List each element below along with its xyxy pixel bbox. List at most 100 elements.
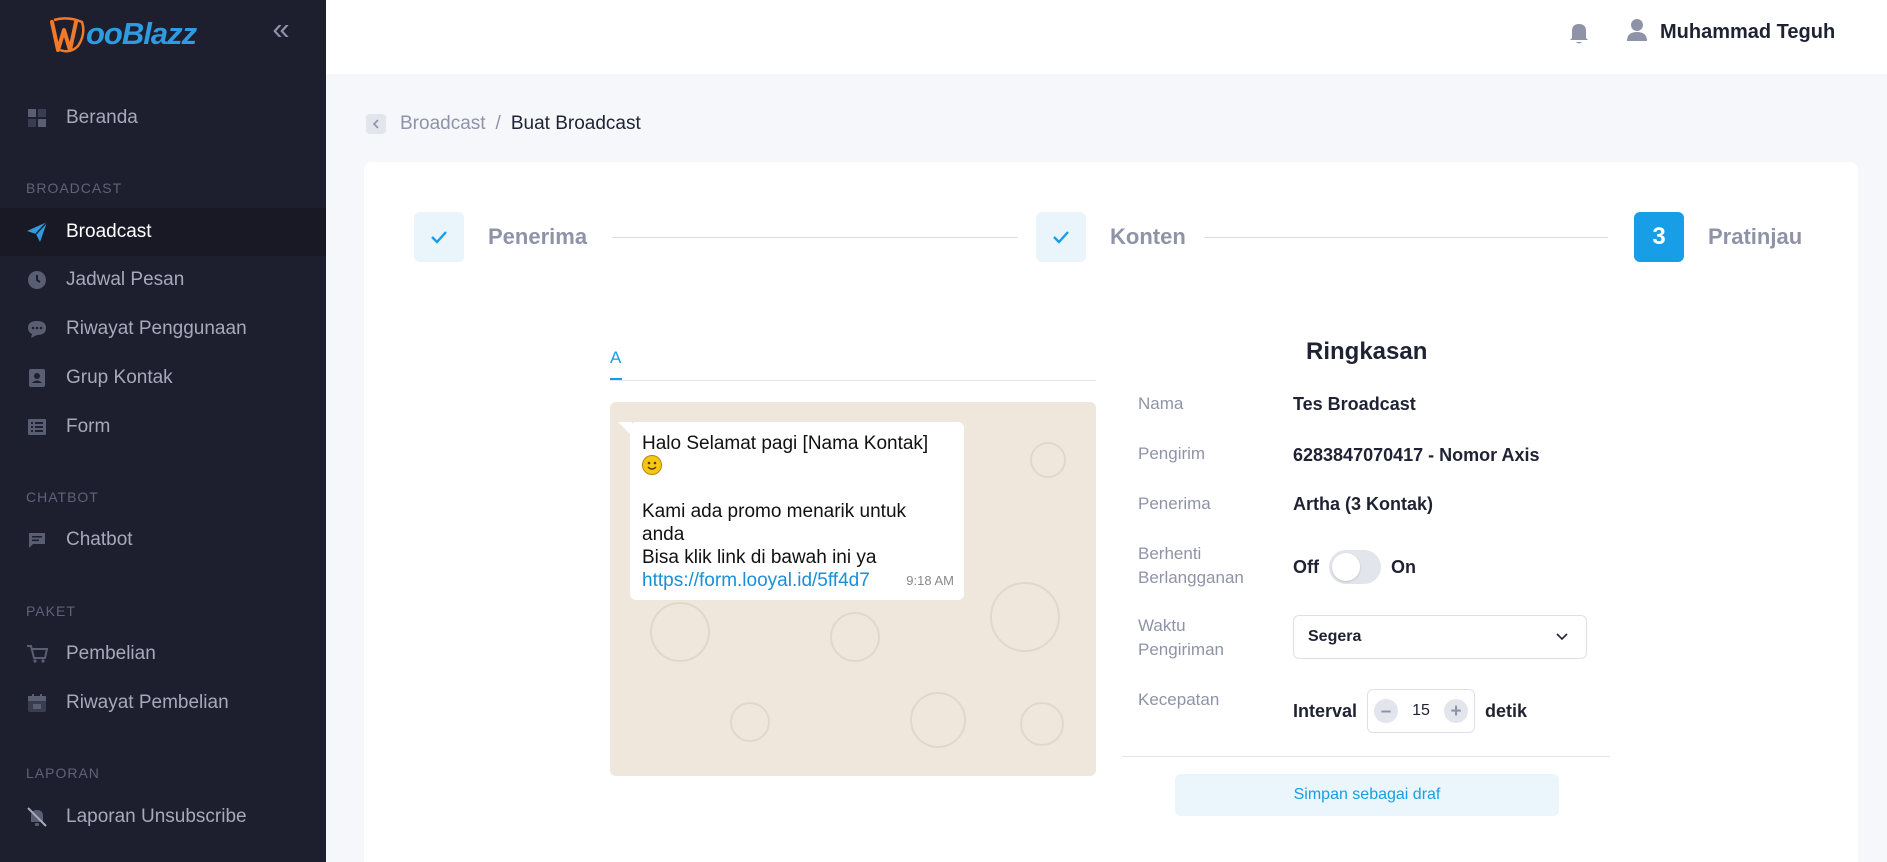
breadcrumb-current: Buat Broadcast	[510, 113, 641, 134]
doodle-circle	[1030, 442, 1066, 478]
step-konten[interactable]: Konten	[1036, 212, 1186, 262]
recipient-value: Artha (3 Kontak)	[1293, 494, 1434, 514]
sidebar-section-laporan: LAPORAN	[26, 765, 100, 781]
sidebar-item-beranda[interactable]: Beranda	[0, 94, 326, 142]
chevron-down-icon	[1554, 628, 1570, 649]
message-greeting: Halo Selamat pagi [Nama Kontak]	[642, 433, 929, 454]
calendar-icon	[26, 692, 48, 714]
send-time-label-line: Pengiriman	[1138, 640, 1224, 659]
interval-label: Interval	[1293, 700, 1358, 721]
topbar: Muhammad Teguh	[326, 0, 1887, 74]
unsubscribe-label-line: Berhenti	[1138, 544, 1202, 563]
message-line: Halo Selamat pagi [Nama Kontak]	[642, 432, 952, 478]
sidebar-item-jadwal-pesan[interactable]: Jadwal Pesan	[0, 256, 326, 304]
sender-label: Pengirim	[1138, 444, 1206, 463]
doodle-circle	[830, 612, 880, 662]
user-avatar-icon	[1626, 18, 1648, 47]
message-line: Bisa klik link di bawah ini ya	[642, 547, 877, 568]
step-done-box	[1036, 212, 1086, 262]
logo-w-mark-icon	[48, 16, 85, 53]
sidebar: ooBlazz « Beranda BROADCAST Broadcast Ja…	[0, 0, 326, 862]
whatsapp-preview: Halo Selamat pagi [Nama Kontak] Kami ada…	[610, 402, 1096, 776]
app-logo[interactable]: ooBlazz	[48, 6, 197, 62]
collapse-sidebar-button[interactable]: «	[268, 13, 294, 44]
message-link[interactable]: https://form.looyal.id/5ff4d7	[642, 570, 870, 591]
interval-group: Interval – 15 + detik	[1293, 689, 1527, 733]
interval-value[interactable]: 15	[1412, 702, 1430, 720]
unsubscribe-toggle[interactable]	[1329, 550, 1381, 584]
logo-text: ooBlazz	[86, 16, 197, 51]
broadcast-card: Penerima Konten 3 Pratinjau A Halo Selam…	[364, 162, 1858, 862]
tab-divider	[610, 380, 1096, 381]
sidebar-item-pembelian[interactable]: Pembelian	[0, 630, 326, 678]
unsubscribe-toggle-group: Off On	[1293, 550, 1416, 584]
sender-value: 6283847070417 - Nomor Axis	[1293, 445, 1540, 465]
sidebar-item-label: Riwayat Penggunaan	[66, 318, 247, 339]
message-time: 9:18 AM	[906, 573, 954, 588]
bell-off-icon	[26, 806, 48, 828]
step-label: Konten	[1110, 224, 1186, 249]
step-connector	[1204, 237, 1608, 238]
smile-emoji-icon	[642, 455, 662, 475]
step-connector	[612, 237, 1018, 238]
message-bubble: Halo Selamat pagi [Nama Kontak] Kami ada…	[630, 422, 964, 600]
sidebar-item-label: Riwayat Pembelian	[66, 692, 229, 713]
sidebar-section-paket: PAKET	[26, 603, 76, 619]
breadcrumb: Broadcast / Buat Broadcast	[366, 113, 641, 135]
toggle-on-label: On	[1391, 556, 1416, 577]
step-penerima[interactable]: Penerima	[414, 212, 587, 262]
sidebar-item-riwayat-pembelian[interactable]: Riwayat Pembelian	[0, 679, 326, 727]
send-time-label: Waktu Pengiriman	[1138, 614, 1224, 662]
doodle-circle	[1020, 702, 1064, 746]
notification-bell-icon[interactable]	[1566, 20, 1596, 50]
check-icon	[1053, 231, 1069, 244]
interval-unit: detik	[1485, 700, 1528, 721]
sidebar-item-label: Broadcast	[66, 221, 152, 242]
breadcrumb-separator: /	[495, 113, 501, 134]
paper-plane-icon	[26, 221, 48, 243]
chat-bubble-icon	[26, 318, 48, 340]
step-done-box	[414, 212, 464, 262]
chevron-left-icon	[372, 119, 379, 129]
sidebar-section-broadcast: BROADCAST	[26, 180, 123, 196]
summary-divider	[1122, 756, 1610, 757]
chatbot-icon	[26, 529, 48, 551]
step-label: Pratinjau	[1708, 224, 1803, 249]
decrement-button[interactable]: –	[1374, 699, 1399, 723]
sidebar-item-grup-kontak[interactable]: Grup Kontak	[0, 354, 326, 402]
breadcrumb-parent-link[interactable]: Broadcast	[400, 113, 486, 135]
send-time-label-line: Waktu	[1138, 616, 1186, 635]
speed-label: Kecepatan	[1138, 690, 1220, 709]
sidebar-item-broadcast[interactable]: Broadcast	[0, 208, 326, 256]
user-menu[interactable]: Muhammad Teguh	[1626, 18, 1835, 47]
doodle-circle	[910, 692, 966, 748]
step-label: Penerima	[488, 224, 588, 249]
clock-icon	[26, 269, 48, 291]
doodle-circle	[990, 582, 1060, 652]
sidebar-item-laporan-unsubscribe[interactable]: Laporan Unsubscribe	[0, 793, 326, 841]
cart-icon	[26, 643, 48, 665]
sidebar-section-chatbot: CHATBOT	[26, 489, 99, 505]
step-number-box: 3	[1634, 212, 1684, 262]
unsubscribe-label-line: Berlangganan	[1138, 568, 1244, 587]
send-time-select[interactable]: Segera	[1293, 615, 1587, 659]
sidebar-item-label: Chatbot	[66, 529, 133, 550]
recipient-label: Penerima	[1138, 494, 1211, 513]
form-list-icon	[26, 416, 48, 438]
sidebar-item-label: Grup Kontak	[66, 367, 173, 388]
sidebar-item-chatbot[interactable]: Chatbot	[0, 516, 326, 564]
sidebar-item-label: Form	[66, 416, 111, 437]
back-button[interactable]	[366, 114, 386, 134]
step-pratinjau[interactable]: 3 Pratinjau	[1634, 212, 1802, 262]
dashboard-icon	[26, 107, 48, 129]
save-draft-button[interactable]: Simpan sebagai draf	[1175, 774, 1559, 816]
doodle-circle	[730, 702, 770, 742]
sidebar-item-form[interactable]: Form	[0, 403, 326, 451]
increment-button[interactable]: +	[1444, 699, 1469, 723]
sidebar-item-riwayat-penggunaan[interactable]: Riwayat Penggunaan	[0, 305, 326, 353]
summary-title: Ringkasan	[1306, 338, 1428, 365]
sidebar-item-label: Pembelian	[66, 643, 156, 664]
message-line: Kami ada promo menarik untuk anda	[642, 501, 907, 545]
send-time-value: Segera	[1308, 628, 1362, 645]
tab-a[interactable]: A	[610, 348, 622, 380]
